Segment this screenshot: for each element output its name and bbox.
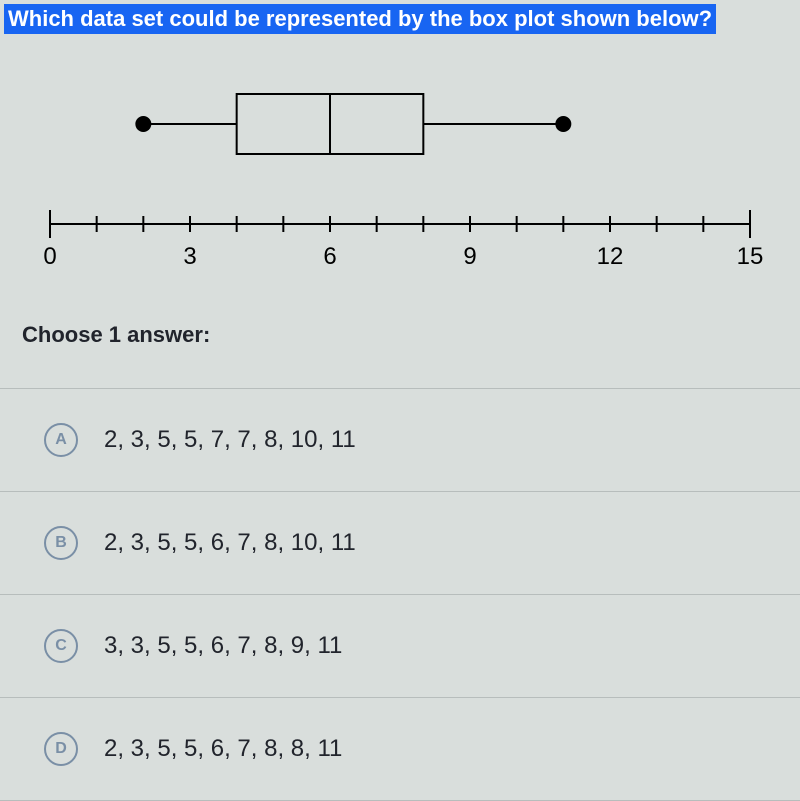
option-text: 2, 3, 5, 5, 6, 7, 8, 10, 11: [104, 529, 356, 557]
option-badge: A: [44, 423, 78, 457]
svg-text:3: 3: [183, 243, 196, 270]
answer-option-a[interactable]: A 2, 3, 5, 5, 7, 7, 8, 10, 11: [0, 388, 800, 491]
svg-text:12: 12: [597, 243, 624, 270]
svg-text:15: 15: [737, 243, 764, 270]
option-text: 2, 3, 5, 5, 6, 7, 8, 8, 11: [104, 735, 342, 763]
choose-prompt: Choose 1 answer:: [22, 322, 800, 348]
svg-text:6: 6: [323, 243, 336, 270]
question-title: Which data set could be represented by t…: [4, 4, 716, 34]
svg-text:9: 9: [463, 243, 476, 270]
option-text: 2, 3, 5, 5, 7, 7, 8, 10, 11: [104, 426, 356, 454]
answer-option-b[interactable]: B 2, 3, 5, 5, 6, 7, 8, 10, 11: [0, 491, 800, 594]
option-badge: D: [44, 732, 78, 766]
option-badge: B: [44, 526, 78, 560]
answer-list: A 2, 3, 5, 5, 7, 7, 8, 10, 11 B 2, 3, 5,…: [0, 388, 800, 801]
boxplot-chart: 0 3 6 9 12 15: [10, 54, 790, 294]
boxplot-svg: 0 3 6 9 12 15: [10, 54, 790, 294]
answer-option-c[interactable]: C 3, 3, 5, 5, 6, 7, 8, 9, 11: [0, 594, 800, 697]
option-badge: C: [44, 629, 78, 663]
answer-option-d[interactable]: D 2, 3, 5, 5, 6, 7, 8, 8, 11: [0, 697, 800, 801]
option-text: 3, 3, 5, 5, 6, 7, 8, 9, 11: [104, 632, 342, 660]
svg-text:0: 0: [43, 243, 56, 270]
